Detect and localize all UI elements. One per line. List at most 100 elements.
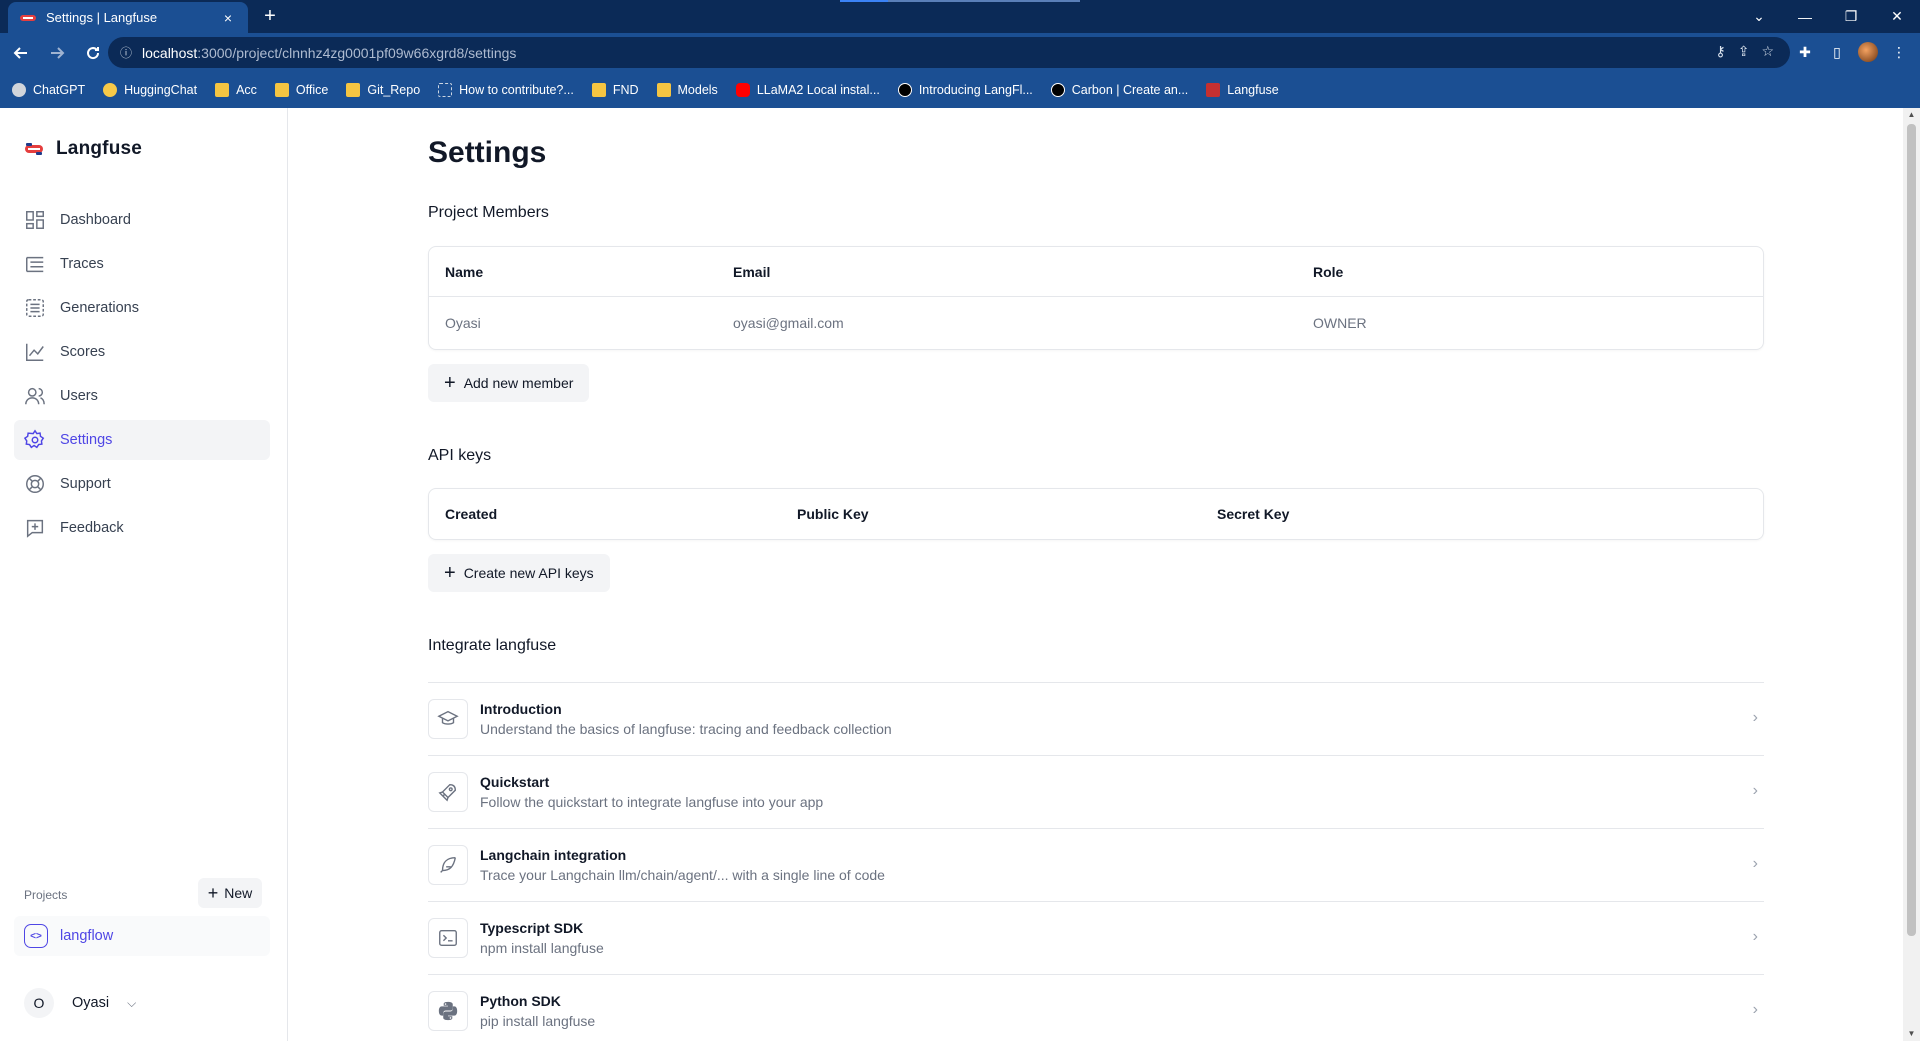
sidebar-item-label: Support: [60, 476, 111, 492]
address-bar[interactable]: ⓘ localhost:3000/project/clnnhz4zg0001pf…: [108, 37, 1790, 68]
list-item-desc: Follow the quickstart to integrate langf…: [480, 794, 824, 810]
sidebar-item-label: Settings: [60, 432, 113, 448]
page-scrollbar[interactable]: ▲ ▼: [1903, 108, 1920, 1041]
page-title: Settings: [428, 136, 547, 169]
minimize-icon[interactable]: —: [1782, 0, 1828, 33]
tab-close-icon[interactable]: ×: [220, 10, 236, 26]
browser-tab[interactable]: Settings | Langfuse ×: [8, 2, 248, 33]
bookmark-folder[interactable]: FND: [591, 83, 639, 97]
plus-icon: +: [207, 883, 219, 903]
github-icon: [438, 83, 453, 97]
bookmark-item[interactable]: Introducing LangFl...: [897, 83, 1033, 97]
members-section-title: Project Members: [428, 204, 549, 221]
scroll-down-icon[interactable]: ▼: [1903, 1027, 1920, 1041]
bookmark-item[interactable]: HuggingChat: [103, 83, 197, 97]
reload-icon[interactable]: [78, 38, 108, 68]
add-member-button[interactable]: + Add new member: [428, 364, 590, 402]
menu-icon[interactable]: ⋮: [1888, 37, 1910, 67]
code-icon: <>: [24, 924, 48, 948]
chevron-right-icon: ›: [1752, 782, 1758, 799]
chevron-down-icon: ⌵: [127, 995, 137, 1010]
create-api-keys-label: Create new API keys: [463, 565, 594, 581]
members-table-header: Name Email Role: [429, 247, 1763, 297]
user-name: Oyasi: [72, 995, 110, 1011]
sidebar-item-scores[interactable]: Scores: [14, 332, 270, 372]
bookmark-folder[interactable]: Git_Repo: [346, 83, 420, 97]
sidebar-item-label: Feedback: [60, 520, 124, 536]
star-icon[interactable]: ☆: [1761, 43, 1774, 60]
sidebar-item-label: Dashboard: [60, 212, 131, 228]
projects-label: Projects: [24, 888, 68, 902]
member-role: OWNER: [1313, 315, 1367, 331]
bird-icon: [428, 845, 468, 885]
new-tab-button[interactable]: +: [258, 5, 282, 29]
share-icon[interactable]: ⇪: [1738, 43, 1750, 60]
bookmark-label: FND: [612, 83, 639, 97]
carbon-icon: [1050, 83, 1065, 97]
bookmark-label: Carbon | Create an...: [1071, 83, 1189, 97]
tab-search-icon[interactable]: ⌄: [1736, 0, 1782, 33]
column-header-role: Role: [1313, 263, 1344, 280]
sidebar-item-generations[interactable]: Generations: [14, 288, 270, 328]
bookmark-item[interactable]: Langfuse: [1206, 83, 1279, 97]
close-window-icon[interactable]: ✕: [1874, 0, 1920, 33]
bookmark-item[interactable]: How to contribute?...: [438, 83, 574, 97]
forward-icon[interactable]: [42, 38, 72, 68]
list-item-typescript-sdk[interactable]: Typescript SDK npm install langfuse ›: [428, 902, 1764, 975]
list-item-desc: npm install langfuse: [480, 940, 604, 956]
integrations-list: Introduction Understand the basics of la…: [428, 682, 1764, 1041]
sidebar-item-dashboard[interactable]: Dashboard: [14, 200, 270, 240]
new-project-label: New: [224, 885, 253, 901]
api-keys-table-header: Created Public Key Secret Key: [429, 489, 1763, 539]
bookmark-folder[interactable]: Models: [656, 83, 718, 97]
list-item-python-sdk[interactable]: Python SDK pip install langfuse ›: [428, 975, 1764, 1041]
bookmark-item[interactable]: ChatGPT: [12, 83, 85, 97]
bookmark-label: How to contribute?...: [459, 83, 574, 97]
key-icon[interactable]: ⚷: [1715, 43, 1725, 60]
bookmark-folder[interactable]: Acc: [215, 83, 257, 97]
sidebar-item-feedback[interactable]: Feedback: [14, 508, 270, 548]
plus-icon: +: [444, 372, 456, 394]
create-api-keys-button[interactable]: + Create new API keys: [428, 554, 610, 592]
project-item-langflow[interactable]: <> langflow: [14, 916, 270, 956]
sidebar-item-label: Scores: [60, 344, 106, 360]
sidebar-item-traces[interactable]: Traces: [14, 244, 270, 284]
app-root: Langfuse Dashboard Traces Generations Sc…: [0, 108, 1920, 1041]
avatar: O: [24, 988, 54, 1018]
list-item-desc: pip install langfuse: [480, 1013, 596, 1029]
back-icon[interactable]: [6, 38, 36, 68]
add-member-label: Add new member: [463, 375, 574, 391]
tab-title: Settings | Langfuse: [46, 10, 158, 25]
sidebar-item-users[interactable]: Users: [14, 376, 270, 416]
bookmark-label: Introducing LangFl...: [918, 83, 1033, 97]
chevron-right-icon: ›: [1752, 928, 1758, 945]
site-info-icon[interactable]: ⓘ: [120, 44, 132, 61]
scroll-up-icon[interactable]: ▲: [1903, 108, 1920, 122]
bookmark-folder[interactable]: Office: [274, 83, 328, 97]
integrate-section-title: Integrate langfuse: [428, 637, 557, 654]
sidebar-item-support[interactable]: Support: [14, 464, 270, 504]
main-content: Settings Project Members Name Email Role…: [428, 108, 1764, 1041]
list-item-langchain[interactable]: Langchain integration Trace your Langcha…: [428, 829, 1764, 902]
restore-icon[interactable]: ❐: [1828, 0, 1874, 33]
bookmark-item[interactable]: LLaMA2 Local instal...: [735, 83, 880, 97]
users-icon: [25, 387, 45, 405]
profile-avatar[interactable]: [1858, 42, 1878, 62]
plus-icon: +: [444, 562, 456, 584]
graduation-cap-icon: [428, 699, 468, 739]
list-item-introduction[interactable]: Introduction Understand the basics of la…: [428, 683, 1764, 756]
user-menu[interactable]: O Oyasi ⌵: [24, 988, 136, 1018]
new-project-button[interactable]: + New: [198, 878, 262, 908]
sidebar-item-settings[interactable]: Settings: [14, 420, 270, 460]
scrollbar-thumb[interactable]: [1907, 124, 1916, 936]
extensions-icon[interactable]: ✚: [1794, 37, 1816, 67]
tab-strip-indicator: [840, 0, 1080, 2]
bookmark-item[interactable]: Carbon | Create an...: [1050, 83, 1189, 97]
folder-icon: [215, 83, 230, 97]
list-item-quickstart[interactable]: Quickstart Follow the quickstart to inte…: [428, 756, 1764, 829]
side-panel-icon[interactable]: ▯: [1826, 37, 1848, 67]
list-item-title: Introduction: [480, 701, 562, 717]
brand[interactable]: Langfuse: [24, 138, 142, 160]
list-item-text: Quickstart Follow the quickstart to inte…: [480, 774, 823, 810]
bookmark-label: Models: [677, 83, 718, 97]
